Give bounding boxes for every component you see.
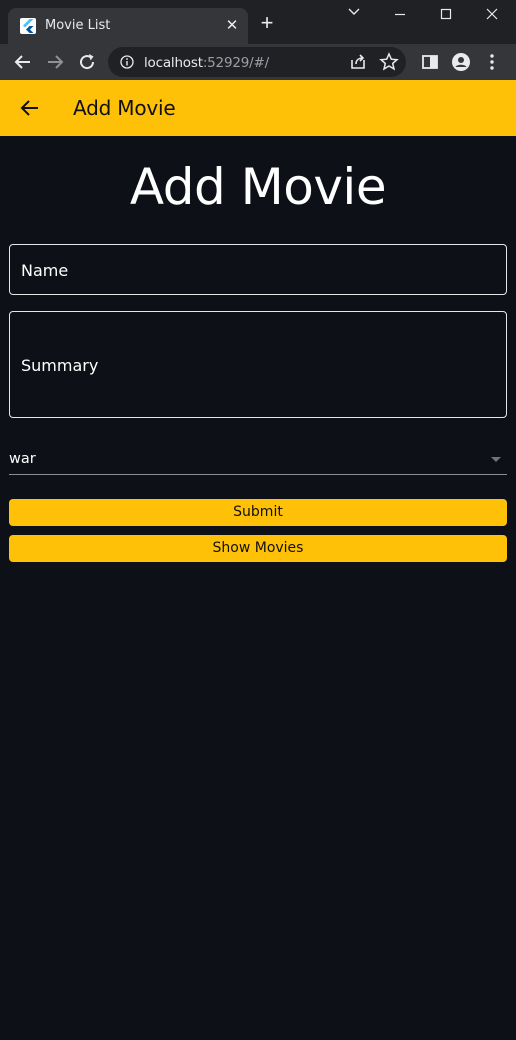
submit-button[interactable]: Submit xyxy=(9,499,507,526)
tab-close-icon[interactable]: ✕ xyxy=(223,17,241,35)
back-icon[interactable] xyxy=(11,50,35,74)
flutter-favicon-icon xyxy=(20,18,36,34)
genre-dropdown-value: war xyxy=(9,451,36,467)
summary-field[interactable]: Summary xyxy=(9,311,507,418)
tab-search-icon[interactable] xyxy=(339,4,369,26)
reload-icon[interactable] xyxy=(75,50,99,74)
profile-avatar-icon[interactable] xyxy=(449,50,473,74)
site-info-icon[interactable] xyxy=(120,55,134,69)
tab-title: Movie List xyxy=(45,18,111,33)
dropdown-caret-icon xyxy=(491,457,501,462)
url-text: localhost:52929/#/ xyxy=(144,55,269,71)
page-heading: Add Movie xyxy=(129,158,387,216)
show-movies-button[interactable]: Show Movies xyxy=(9,535,507,562)
more-menu-icon[interactable] xyxy=(480,50,504,74)
app-back-arrow-icon[interactable] xyxy=(18,96,42,120)
maximize-icon[interactable] xyxy=(431,4,461,26)
summary-field-label: Summary xyxy=(21,356,99,375)
forward-icon[interactable] xyxy=(43,50,67,74)
app-bar: Add Movie xyxy=(0,80,516,136)
browser-tab-strip: Movie List ✕ + xyxy=(0,0,516,44)
bookmark-star-icon[interactable] xyxy=(377,50,401,74)
name-field[interactable]: Name xyxy=(9,244,507,295)
minimize-icon[interactable] xyxy=(385,4,415,26)
new-tab-icon[interactable]: + xyxy=(257,12,277,34)
app-bar-title: Add Movie xyxy=(73,96,176,120)
genre-dropdown[interactable]: war xyxy=(9,446,507,475)
share-icon[interactable] xyxy=(346,50,370,74)
browser-toolbar: localhost:52929/#/ xyxy=(0,44,516,80)
browser-tab[interactable]: Movie List ✕ xyxy=(8,8,248,44)
side-panel-icon[interactable] xyxy=(418,50,442,74)
close-window-icon[interactable] xyxy=(477,4,507,26)
name-field-label: Name xyxy=(21,261,69,280)
